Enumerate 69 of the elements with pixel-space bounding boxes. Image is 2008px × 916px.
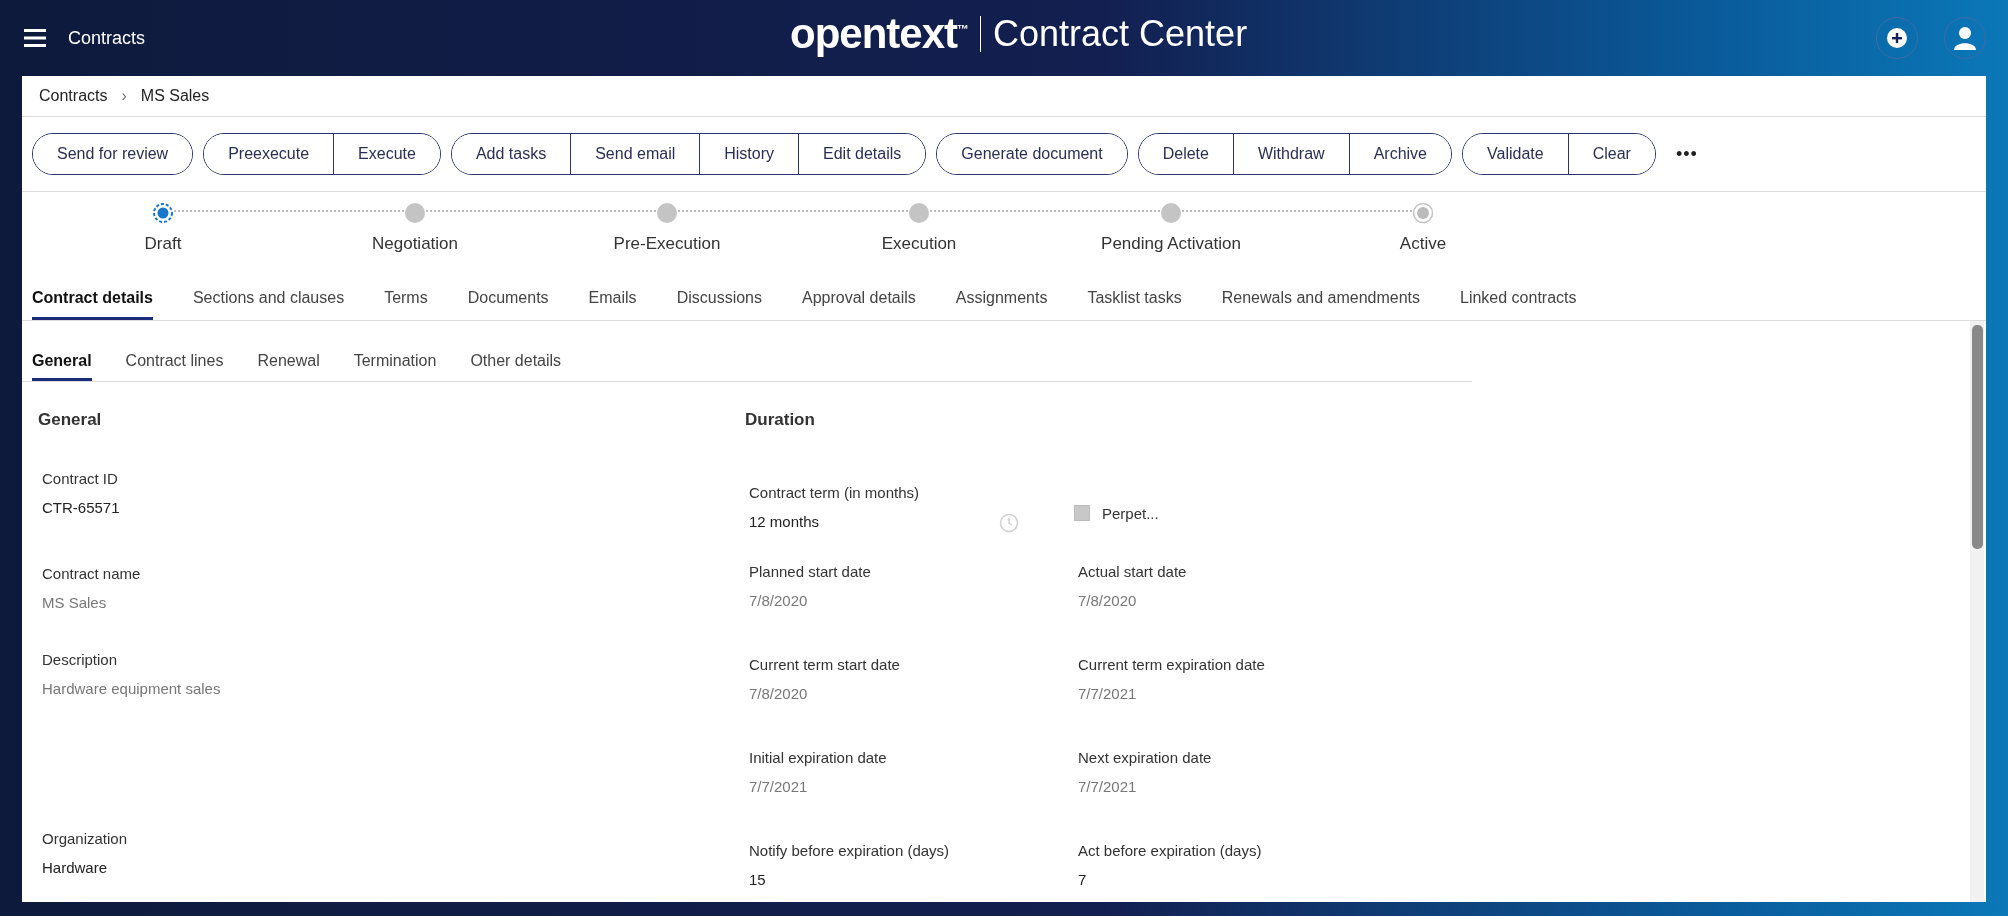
step-label: Draft — [144, 234, 182, 254]
step-label: Active — [1399, 234, 1447, 254]
field-value: 7/7/2021 — [749, 778, 808, 795]
field-value: 7/7/2021 — [1078, 778, 1137, 795]
field-value: 7/8/2020 — [1078, 592, 1137, 609]
field-value: CTR-65571 — [42, 499, 120, 516]
tab[interactable]: Discussions — [676, 270, 762, 320]
tab[interactable]: Terms — [384, 270, 428, 320]
menu-icon[interactable] — [24, 29, 46, 47]
subtab[interactable]: Renewal — [257, 335, 320, 381]
section-heading: Duration — [745, 410, 816, 430]
field-value: 7/8/2020 — [749, 592, 808, 609]
breadcrumb-separator: › — [121, 87, 127, 105]
perpetual-checkbox[interactable]: Perpet... — [1074, 502, 1374, 524]
section-heading: General — [38, 410, 103, 430]
field-label: Contract ID — [42, 470, 118, 487]
action-button[interactable]: Generate document — [937, 134, 1127, 174]
tab[interactable]: Tasklist tasks — [1087, 270, 1182, 320]
action-button[interactable]: Clear — [1567, 134, 1655, 174]
action-button[interactable]: Send for review — [33, 134, 193, 174]
field-label: Notify before expiration (days) — [749, 842, 950, 859]
field-label: Current term start date — [749, 656, 900, 673]
action-button[interactable]: Archive — [1348, 134, 1451, 174]
logo-wordmark: opentext$^{™}$ — [790, 10, 968, 58]
breadcrumb-current: MS Sales — [140, 87, 210, 105]
subtab[interactable]: Contract lines — [125, 335, 224, 381]
field-label: Actual start date — [1078, 563, 1187, 580]
field-label: Initial expiration date — [749, 749, 887, 766]
step-label: Pre-Execution — [613, 234, 721, 254]
field-value: Hardware equipment sales — [42, 680, 221, 697]
subtab[interactable]: Termination — [353, 335, 437, 381]
field-label: Act before expiration (days) — [1078, 842, 1262, 859]
subtab[interactable]: General — [32, 335, 92, 381]
tab[interactable]: Linked contracts — [1460, 270, 1577, 320]
clock-icon — [999, 512, 1019, 533]
tab[interactable]: Sections and clauses — [192, 270, 345, 320]
field-value: 7 — [1078, 871, 1087, 888]
tab[interactable]: Assignments — [955, 270, 1048, 320]
step-label: Pending Activation — [1101, 234, 1241, 254]
field-label: Next expiration date — [1078, 749, 1212, 766]
action-button[interactable]: Edit details — [798, 134, 926, 174]
tab[interactable]: Contract details — [32, 270, 153, 320]
plus-icon — [1887, 28, 1907, 48]
field-label: Planned start date — [749, 563, 871, 580]
app-title: Contracts — [68, 27, 146, 49]
tab[interactable]: Emails — [588, 270, 637, 320]
field-value: 7/8/2020 — [749, 685, 808, 702]
scrollbar-thumb[interactable] — [1972, 325, 1983, 549]
field-value: 15 — [749, 871, 766, 888]
action-button[interactable]: Execute — [333, 134, 440, 174]
product-name: Contract Center — [993, 13, 1248, 55]
field-value: 7/7/2021 — [1078, 685, 1137, 702]
step-label: Negotiation — [372, 234, 458, 254]
field-label: Description — [42, 651, 118, 668]
user-icon — [1953, 26, 1977, 50]
field-label: Contract term (in months) — [749, 483, 920, 501]
more-button[interactable]: ••• — [1675, 143, 1698, 165]
field-value: Hardware — [42, 859, 108, 876]
breadcrumb-link[interactable]: Contracts — [39, 87, 108, 105]
step-label: Execution — [881, 234, 957, 254]
subtab[interactable]: Other details — [470, 335, 562, 381]
field-value: MS Sales — [42, 594, 107, 611]
field-value: 12 months — [749, 512, 820, 530]
tab[interactable]: Documents — [467, 270, 549, 320]
tab[interactable]: Approval details — [802, 270, 916, 320]
field-label: Contract name — [42, 565, 141, 582]
field-label: Organization — [42, 830, 128, 847]
field-label: Current term expiration date — [1078, 656, 1265, 673]
tab[interactable]: Renewals and amendments — [1221, 270, 1420, 320]
